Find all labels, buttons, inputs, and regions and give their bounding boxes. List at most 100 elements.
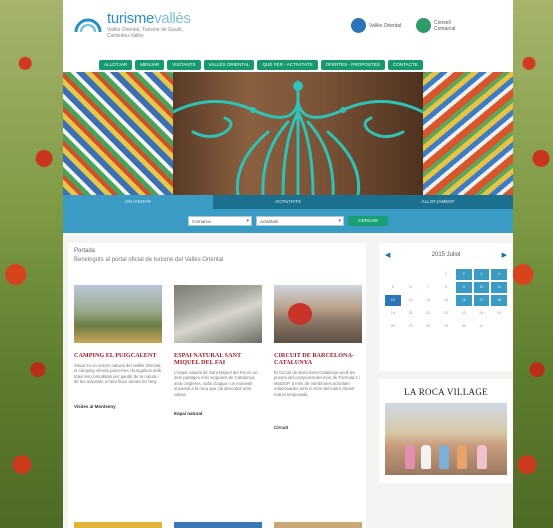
chevron-down-icon: ▾ — [246, 218, 249, 224]
card-image[interactable] — [274, 522, 362, 528]
calendar-day — [385, 334, 401, 345]
card-image[interactable] — [174, 522, 262, 528]
page-subtitle: Benvinguts al portal oficial de turisme … — [74, 257, 224, 263]
card-image[interactable] — [74, 522, 162, 528]
search-bar: Comarca ▾ Activitats ▾ CERCAR — [63, 209, 513, 233]
ad-image[interactable] — [385, 403, 507, 475]
next-cards-row — [74, 522, 362, 528]
tab-allotjament[interactable]: ALLOTJAMENT — [363, 195, 513, 209]
nav-allotjar[interactable]: ALLOTJAR — [99, 60, 133, 70]
calendar-day[interactable]: 15 — [438, 295, 454, 306]
search-button[interactable]: CERCAR — [348, 216, 388, 226]
chevron-right-icon[interactable]: ▶ — [502, 251, 507, 259]
select-comarca-value: Comarca — [192, 219, 211, 224]
calendar-day[interactable]: 30 — [456, 321, 472, 332]
calendar-day[interactable]: 13 — [403, 295, 419, 306]
calendar-day[interactable]: 25 — [491, 308, 507, 319]
sponsor-label: Vallès Oriental — [369, 22, 402, 29]
nav-valles-oriental[interactable]: VALLÈS ORIENTAL — [203, 60, 255, 70]
calendar-day[interactable]: 2 — [455, 269, 472, 280]
calendar-day[interactable]: 4 — [491, 269, 507, 280]
calendar-month: 2015 Juliol — [431, 252, 461, 258]
calendar-day[interactable]: 10 — [473, 282, 490, 293]
chevron-down-icon: ▾ — [338, 218, 341, 224]
nav-contacte[interactable]: CONTACTE — [387, 60, 423, 70]
select-activitats[interactable]: Activitats ▾ — [256, 216, 344, 226]
select-comarca[interactable]: Comarca ▾ — [188, 216, 252, 226]
page: turismevallès Vallès Oriental, Turisme d… — [63, 0, 513, 528]
calendar-day[interactable]: 14 — [420, 295, 436, 306]
card-text: El Circuit de Barcelona-Catalunya acull … — [274, 370, 360, 397]
card-image[interactable] — [274, 285, 362, 343]
sponsor-label: Consell Comarcal — [434, 19, 456, 32]
calendar-day[interactable]: 17 — [473, 295, 490, 306]
content-area: Portada Benvinguts al portal oficial de … — [63, 233, 513, 528]
card-image[interactable] — [174, 285, 262, 343]
logo-accent: vallès — [154, 10, 191, 27]
calendar-day[interactable]: 16 — [455, 295, 472, 306]
logo-text[interactable]: turismevallès Vallès Oriental, Turisme d… — [107, 10, 197, 39]
header: turismevallès Vallès Oriental, Turisme d… — [63, 0, 513, 58]
sidebar: ◀ 2015 Juliol ▶ 1 2 3 4 5 6 7 8 9 10 11 12 13 14 15 16 1… — [379, 243, 513, 483]
calendar-day[interactable]: 20 — [403, 308, 419, 319]
main-nav: ALLOTJAR MENJAR VISITANTS VALLÈS ORIENTA… — [63, 58, 513, 72]
ad-figure — [477, 445, 487, 469]
card-text: Situat en un entorn natural del Vallès O… — [74, 363, 162, 385]
calendar-day[interactable]: 5 — [385, 282, 401, 293]
card-link[interactable]: Circuit — [274, 425, 362, 430]
calendar-day[interactable]: 26 — [385, 321, 401, 332]
calendar-day[interactable]: 28 — [420, 321, 436, 332]
card-image[interactable] — [74, 285, 162, 343]
calendar-widget: ◀ 2015 Juliol ▶ 1 2 3 4 5 6 7 8 9 10 11 12 13 14 15 16 1… — [379, 243, 513, 371]
main-column: Portada Benvinguts al portal oficial de … — [68, 243, 366, 528]
page-title: Portada — [74, 248, 96, 254]
sponsor-valles-oriental[interactable]: Vallès Oriental — [351, 18, 403, 33]
background-right — [513, 0, 553, 528]
card[interactable]: ESPAI NATURAL SANT MIQUEL DEL FAI L'espa… — [174, 285, 262, 430]
calendar-day[interactable]: 29 — [438, 321, 454, 332]
logo-icon[interactable] — [73, 12, 103, 42]
card[interactable]: CIRCUIT DE BARCELONA-CATALUNYA El Circui… — [274, 285, 362, 430]
calendar-day[interactable]: 19 — [385, 308, 401, 319]
logo-main: turisme — [107, 10, 155, 27]
nav-menjar[interactable]: MENJAR — [135, 60, 165, 70]
calendar-day[interactable]: 1 — [438, 269, 454, 280]
calendar-day[interactable]: 18 — [491, 295, 507, 306]
nav-visitants[interactable]: VISITANTS — [167, 60, 201, 70]
nav-que-fer[interactable]: QUÈ FER - ACTIVITATS — [257, 60, 318, 70]
card[interactable]: CAMPING EL PUIGCALENT Situat en un entor… — [74, 285, 162, 430]
calendar-day[interactable]: 24 — [474, 308, 490, 319]
hero-wrought-iron-door — [173, 72, 423, 195]
calendar-day[interactable]: 3 — [473, 269, 490, 280]
tab-on-visitar[interactable]: ON VISITAR — [63, 195, 213, 209]
calendar-day[interactable]: 31 — [474, 321, 490, 332]
calendar-day[interactable]: 21 — [420, 308, 436, 319]
calendar-day[interactable]: 27 — [403, 321, 419, 332]
search-tabs: ON VISITAR ACTIVITATS ALLOTJAMENT — [63, 195, 513, 209]
calendar-day[interactable]: 8 — [438, 282, 454, 293]
calendar-day[interactable]: 22 — [438, 308, 454, 319]
calendar-day[interactable]: 12 — [385, 295, 401, 306]
card-list: CAMPING EL PUIGCALENT Situat en un entor… — [74, 285, 362, 430]
calendar-day[interactable]: 7 — [420, 282, 436, 293]
sponsor-logo-icon — [351, 18, 366, 33]
card-title[interactable]: CIRCUIT DE BARCELONA-CATALUNYA — [274, 352, 362, 366]
select-activitats-value: Activitats — [260, 219, 279, 224]
hero-mosaic-right — [423, 72, 513, 195]
tab-activitats[interactable]: ACTIVITATS — [213, 195, 363, 209]
ad-banner[interactable]: LA ROCA VILLAGE — [379, 379, 513, 483]
card-title[interactable]: ESPAI NATURAL SANT MIQUEL DEL FAI — [174, 352, 262, 366]
card-link[interactable]: Espai natural — [174, 411, 262, 416]
card-title[interactable]: CAMPING EL PUIGCALENT — [74, 352, 162, 359]
calendar-day[interactable]: 11 — [491, 282, 507, 293]
nav-ofertes[interactable]: OFERTES - PROPOSTES — [320, 60, 385, 70]
chevron-left-icon[interactable]: ◀ — [385, 251, 390, 259]
calendar-day[interactable]: 6 — [403, 282, 419, 293]
card-image-figure — [288, 303, 312, 325]
calendar-day[interactable]: 23 — [456, 308, 472, 319]
card-link[interactable]: Visites al Montseny — [74, 404, 162, 409]
sponsor-consell[interactable]: Consell Comarcal — [416, 18, 468, 33]
hero-mosaic-left — [63, 72, 173, 195]
calendar-day[interactable]: 9 — [455, 282, 472, 293]
calendar-day — [491, 321, 507, 332]
